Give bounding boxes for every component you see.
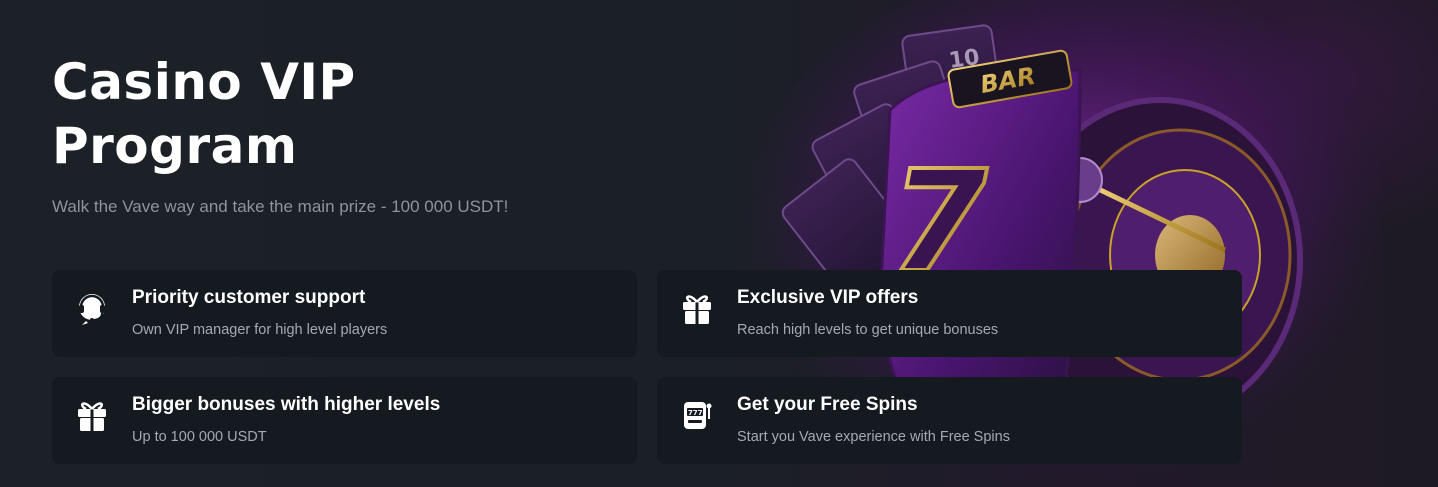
gift-icon [683,295,711,324]
feature-title: Bigger bonuses with higher levels [132,394,441,415]
feature-card-bigger-bonuses: Bigger bonuses with higher levels Up to … [52,377,637,464]
svg-text:777: 777 [688,409,703,417]
slot-machine-icon: 777 [684,402,712,429]
page-subtitle: Walk the Vave way and take the main priz… [52,197,509,216]
gift-icon [78,402,106,431]
page-title: Casino VIP Program [52,53,356,175]
feature-card-free-spins: 777 Get your Free Spins Start you Vave e… [657,377,1242,464]
headset-icon [79,294,105,325]
vip-hero: 10 BAR 7 Casino VIP Program Walk the Vav… [0,0,1438,487]
feature-description: Reach high levels to get unique bonuses [737,322,999,338]
feature-card-priority-support: Priority customer support Own VIP manage… [52,270,637,357]
feature-title: Exclusive VIP offers [737,287,919,308]
feature-title: Priority customer support [132,287,366,308]
feature-description: Start you Vave experience with Free Spin… [737,429,1010,445]
feature-title: Get your Free Spins [737,394,918,415]
feature-card-exclusive-offers: Exclusive VIP offers Reach high levels t… [657,270,1242,357]
feature-description: Own VIP manager for high level players [132,322,388,338]
feature-description: Up to 100 000 USDT [132,429,267,445]
